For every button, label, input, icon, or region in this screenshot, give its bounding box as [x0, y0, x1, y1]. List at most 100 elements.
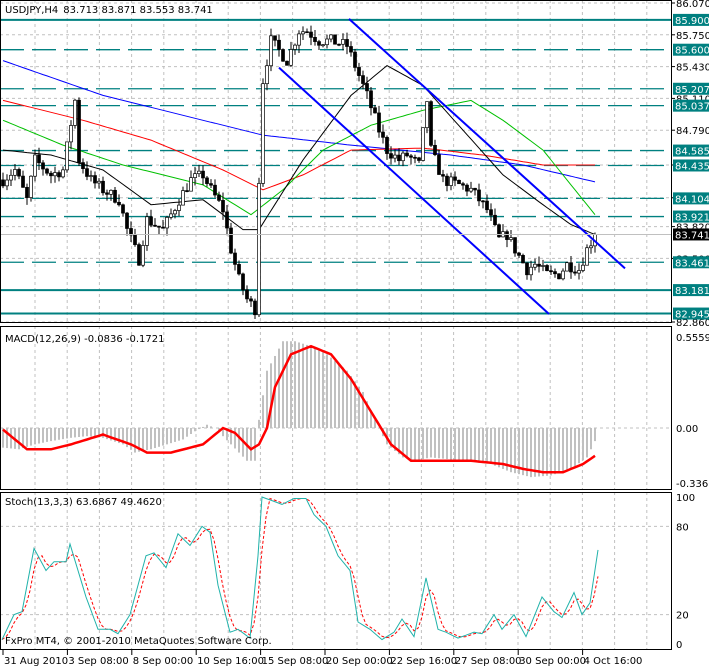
candle-body	[185, 190, 189, 192]
candle-body	[261, 83, 265, 184]
candle-body	[277, 39, 281, 50]
candle-body	[465, 184, 469, 192]
candle-body	[497, 224, 501, 238]
candle-body	[173, 210, 177, 215]
candle-body	[13, 169, 17, 176]
candle-body	[457, 179, 461, 185]
candle-body	[453, 176, 457, 181]
candle-body	[581, 264, 585, 271]
candle-body	[81, 162, 85, 169]
candle-body	[329, 34, 333, 40]
candle-body	[141, 245, 145, 266]
candle-body	[317, 41, 321, 46]
candle-body	[333, 34, 337, 45]
candle-body	[221, 200, 225, 213]
candle-body	[281, 49, 285, 62]
level-price-label: 85.037	[675, 102, 709, 113]
candle-body	[225, 211, 229, 229]
candle-body	[25, 186, 29, 198]
candle-body	[413, 156, 417, 159]
candle-body	[589, 245, 593, 249]
candle-body	[41, 162, 45, 170]
candle-body	[577, 270, 581, 274]
candle-body	[449, 176, 453, 186]
candle-body	[289, 49, 293, 66]
candle-body	[53, 172, 57, 177]
candle-body	[233, 252, 237, 265]
usdjpy-chart-window[interactable]: 86.07085.75085.43085.11084.79084.44084.1…	[0, 0, 709, 668]
price-axis-label: 84.790	[676, 126, 709, 137]
candle-body	[337, 43, 341, 46]
candle-body	[197, 170, 201, 175]
candle-body	[89, 175, 93, 177]
candle-body	[569, 262, 573, 273]
candle-body	[5, 179, 9, 187]
time-axis-label: 27 Sep 08:00	[455, 656, 522, 667]
level-price-label: 84.585	[675, 147, 709, 158]
symbol-header: USDJPY,H4 83.713 83.871 83.553 83.741	[5, 5, 213, 16]
time-axis-label: 8 Sep 00:00	[133, 656, 193, 667]
candle-body	[561, 270, 565, 280]
candle-body	[245, 289, 249, 300]
candle-body	[553, 271, 557, 275]
candle-body	[49, 172, 53, 177]
candle-body	[269, 35, 273, 67]
candle-body	[293, 44, 297, 50]
candle-body	[345, 39, 349, 47]
candle-body	[109, 189, 113, 195]
candle-body	[485, 200, 489, 211]
candle-body	[541, 265, 545, 267]
time-axis-label: 20 Sep 00:00	[326, 656, 393, 667]
level-price-label: 84.104	[675, 194, 709, 205]
candle-body	[137, 244, 141, 266]
candle-body	[165, 217, 169, 229]
candle-body	[157, 225, 161, 228]
price-axis-label: 85.750	[676, 31, 709, 42]
candle-body	[301, 31, 305, 35]
copyright-text: FxPro MT4, © 2001-2010 MetaQuotes Softwa…	[5, 636, 272, 647]
symbol-label: USDJPY,H4	[5, 5, 58, 16]
level-price-label: 84.435	[675, 161, 709, 172]
candle-body	[257, 183, 261, 316]
candle-body	[209, 183, 213, 186]
candle-body	[205, 177, 209, 184]
candle-body	[401, 152, 405, 162]
level-price-label: 85.900	[675, 16, 709, 27]
candle-body	[357, 67, 361, 76]
candle-body	[73, 99, 77, 126]
candle-body	[149, 216, 153, 226]
candle-body	[341, 39, 345, 45]
candle-body	[325, 38, 329, 46]
candle-body	[273, 35, 277, 41]
level-price-label: 85.207	[675, 85, 709, 96]
candle-body	[193, 173, 197, 179]
current-price-label: 83.741	[675, 230, 709, 241]
candle-body	[177, 204, 181, 211]
candle-body	[217, 194, 221, 201]
price-axis-label: 86.070	[676, 0, 709, 10]
candle-body	[9, 174, 13, 181]
candle-body	[93, 175, 97, 184]
candle-body	[425, 101, 429, 129]
candle-body	[373, 107, 377, 114]
candle-body	[429, 101, 433, 146]
candle-body	[417, 157, 421, 161]
candle-body	[461, 183, 465, 186]
candle-body	[441, 174, 445, 177]
candle-body	[533, 263, 537, 268]
macd-axis-label: -0.3366	[676, 479, 709, 490]
candle-body	[537, 263, 541, 267]
candle-body	[113, 189, 117, 203]
candle-body	[489, 209, 493, 216]
candle-body	[477, 189, 481, 202]
candle-body	[545, 265, 549, 272]
level-price-label: 85.600	[675, 46, 709, 57]
candle-body	[85, 168, 89, 177]
candle-body	[529, 266, 533, 276]
candle-body	[21, 175, 25, 188]
level-price-label: 82.945	[675, 310, 709, 321]
candle-body	[229, 227, 233, 254]
candle-body	[433, 144, 437, 156]
candle-body	[1, 179, 5, 187]
candle-body	[133, 234, 137, 245]
